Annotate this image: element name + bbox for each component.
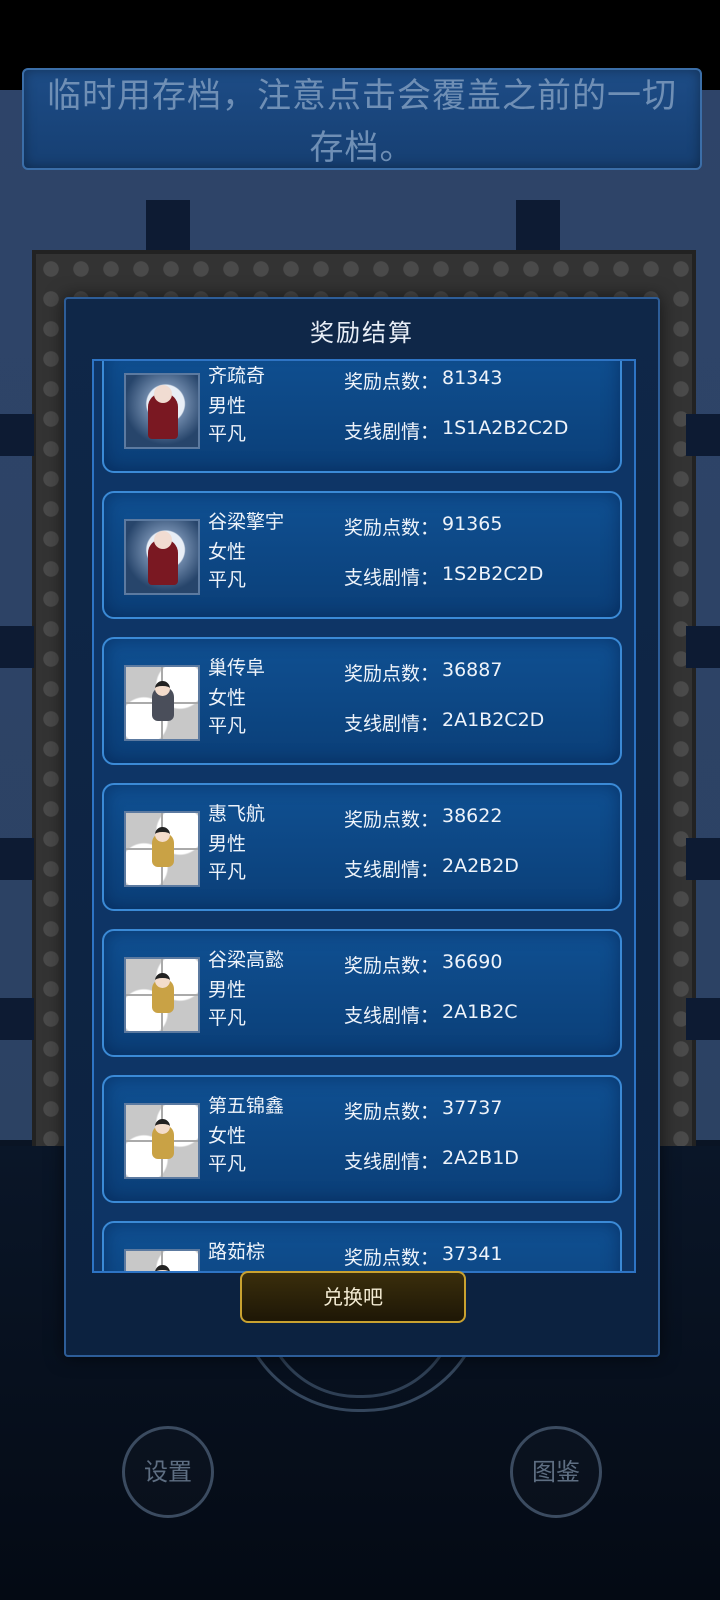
character-name: 巢传阜	[208, 657, 266, 679]
character-head-icon	[155, 827, 170, 842]
reward-points-label: 奖励点数：	[344, 1101, 440, 1123]
character-gender: 男性	[208, 833, 247, 855]
character-head-icon	[155, 1265, 170, 1271]
save-warning-text: 临时用存档，注意点击会覆盖之前的一切 存档。	[24, 70, 700, 174]
board-edge-left	[0, 414, 34, 456]
character-name: 路茹棕	[208, 1241, 266, 1263]
save-warning-line-1: 临时用存档，注意点击会覆盖之前的一切	[47, 76, 677, 116]
save-warning-banner[interactable]: 临时用存档，注意点击会覆盖之前的一切 存档。	[22, 68, 702, 170]
board-tab-right	[516, 200, 560, 252]
reward-points-value: 81343	[442, 367, 503, 389]
character-avatar-icon	[124, 373, 200, 449]
character-figure-icon	[152, 1271, 174, 1273]
branch-story-value: 1S1A2B2C2D	[442, 417, 569, 439]
board-edge-left	[0, 626, 34, 668]
board-edge-right	[686, 838, 720, 880]
reward-points-value: 91365	[442, 513, 503, 535]
reward-entry-card[interactable]: 谷梁高懿男性平凡 奖励点数： 36690 支线剧情： 2A1B2C	[102, 929, 622, 1057]
character-avatar-icon	[124, 1103, 200, 1179]
board-edge-left	[0, 998, 34, 1040]
codex-button[interactable]: 图鉴	[510, 1426, 602, 1518]
branch-story-label: 支线剧情：	[344, 1005, 440, 1027]
branch-story-value: 2A2B2D	[442, 855, 519, 877]
character-name: 谷梁擎宇	[208, 511, 285, 533]
reward-points-label: 奖励点数：	[344, 955, 440, 977]
board-edge-right	[686, 414, 720, 456]
character-name: 谷梁高懿	[208, 949, 285, 971]
reward-entry-card[interactable]: 谷梁擎宇女性平凡 奖励点数： 91365 支线剧情： 1S2B2C2D	[102, 491, 622, 619]
branch-story-label: 支线剧情：	[344, 567, 440, 589]
board-tab-left	[146, 200, 190, 252]
exchange-button[interactable]: 兑换吧	[240, 1271, 466, 1323]
character-rank: 平凡	[208, 423, 247, 445]
character-avatar-icon	[124, 957, 200, 1033]
character-name: 齐疏奇	[208, 365, 266, 387]
reward-entry-card[interactable]: 齐疏奇男性平凡 奖励点数： 81343 支线剧情： 1S1A2B2C2D	[102, 361, 622, 473]
character-rank: 平凡	[208, 861, 247, 883]
branch-story-label: 支线剧情：	[344, 859, 440, 881]
character-avatar-icon	[124, 811, 200, 887]
character-head-icon	[154, 531, 172, 549]
reward-list[interactable]: 齐疏奇 男性 平凡 奖励点数： 81343 支线剧情： 1S1A2B2C2D 谷梁擎宇 女性 平凡…	[92, 359, 636, 1273]
branch-story-label: 支线剧情：	[344, 421, 440, 443]
character-head-icon	[155, 973, 170, 988]
character-name: 惠飞航	[208, 803, 266, 825]
dialog-title: 奖励结算	[310, 319, 414, 347]
reward-entry-card[interactable]: 路茹棕奖励点数：37341支线剧情：	[102, 1221, 622, 1273]
reward-entry-card[interactable]: 巢传阜女性平凡 奖励点数： 36887 支线剧情： 2A1B2C2D	[102, 637, 622, 765]
character-gender: 女性	[208, 687, 247, 709]
board-edge-right	[686, 626, 720, 668]
character-rank: 平凡	[208, 1007, 247, 1029]
branch-story-value: 1S2B2C2D	[442, 563, 544, 585]
board-edge-right	[686, 998, 720, 1040]
reward-points-value: 36690	[442, 951, 503, 973]
character-rank: 平凡	[208, 715, 247, 737]
character-gender: 男性	[208, 979, 247, 1001]
reward-settlement-dialog: 奖励结算 齐疏奇 男性 平凡 奖励点数： 81343 支线剧情： 1S1A2B2C2D 谷梁擎…	[64, 297, 660, 1357]
character-gender: 女性	[208, 541, 247, 563]
character-head-icon	[155, 1119, 170, 1134]
reward-points-value: 37341	[442, 1243, 503, 1265]
character-avatar-icon	[124, 519, 200, 595]
reward-points-label: 奖励点数：	[344, 517, 440, 539]
reward-points-label: 奖励点数：	[344, 809, 440, 831]
character-gender: 男性	[208, 395, 247, 417]
reward-points-value: 37737	[442, 1097, 503, 1119]
branch-story-label: 支线剧情：	[344, 713, 440, 735]
branch-story-value: 2A1B2C	[442, 1001, 518, 1023]
character-head-icon	[154, 385, 172, 403]
character-head-icon	[155, 681, 170, 696]
character-name: 第五锦鑫	[208, 1095, 285, 1117]
character-rank: 平凡	[208, 569, 247, 591]
reward-points-value: 36887	[442, 659, 503, 681]
reward-points-value: 38622	[442, 805, 503, 827]
game-screen: 临时用存档，注意点击会覆盖之前的一切 存档。 设置 图鉴 奖励结算 齐疏奇 男性平…	[0, 0, 720, 1600]
character-gender: 女性	[208, 1125, 247, 1147]
reward-points-label: 奖励点数：	[344, 663, 440, 685]
branch-story-value: 2A1B2C2D	[442, 709, 545, 731]
reward-entry-card[interactable]: 第五锦鑫女性平凡 奖励点数： 37737 支线剧情： 2A2B1D	[102, 1075, 622, 1203]
settings-button[interactable]: 设置	[122, 1426, 214, 1518]
branch-story-value: 2A2B1D	[442, 1147, 519, 1169]
reward-points-label: 奖励点数：	[344, 371, 440, 393]
character-avatar-icon	[124, 1249, 200, 1273]
character-avatar-icon	[124, 665, 200, 741]
board-edge-left	[0, 838, 34, 880]
branch-story-label: 支线剧情：	[344, 1151, 440, 1173]
reward-entry-card[interactable]: 惠飞航男性平凡 奖励点数： 38622 支线剧情： 2A2B2D	[102, 783, 622, 911]
character-rank: 平凡	[208, 1153, 247, 1175]
save-warning-line-2: 存档。	[309, 128, 415, 168]
reward-points-label: 奖励点数：	[344, 1247, 440, 1269]
